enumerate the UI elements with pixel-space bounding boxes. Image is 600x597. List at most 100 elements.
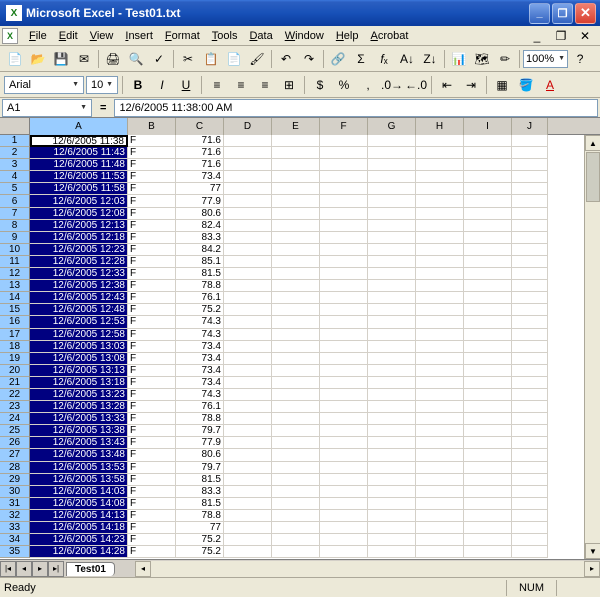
cell[interactable] — [224, 135, 272, 147]
cell[interactable] — [272, 401, 320, 413]
cell[interactable] — [512, 462, 548, 474]
cell[interactable] — [512, 220, 548, 232]
cell[interactable] — [464, 171, 512, 183]
cell[interactable]: 12/6/2005 12:08 — [30, 208, 128, 220]
cell[interactable] — [464, 401, 512, 413]
cell[interactable]: 81.5 — [176, 268, 224, 280]
cell[interactable]: 12/6/2005 13:38 — [30, 425, 128, 437]
cell[interactable] — [416, 292, 464, 304]
decrease-decimal-button[interactable]: ←.0 — [405, 74, 427, 96]
undo-button[interactable]: ↶ — [275, 48, 297, 70]
cell[interactable] — [464, 449, 512, 461]
cell[interactable] — [320, 498, 368, 510]
cell[interactable] — [368, 232, 416, 244]
cell[interactable] — [320, 462, 368, 474]
cell[interactable]: 82.4 — [176, 220, 224, 232]
cell[interactable] — [272, 353, 320, 365]
cell[interactable] — [320, 135, 368, 147]
name-box[interactable]: A1▼ — [2, 99, 92, 117]
cell[interactable] — [320, 147, 368, 159]
cell[interactable] — [512, 437, 548, 449]
zoom-combo[interactable]: 100%▼ — [523, 50, 568, 68]
cell[interactable] — [368, 329, 416, 341]
cell[interactable] — [512, 135, 548, 147]
cell[interactable] — [416, 232, 464, 244]
cell[interactable]: F — [128, 171, 176, 183]
cell[interactable] — [224, 510, 272, 522]
row-header[interactable]: 10 — [0, 244, 30, 256]
cell[interactable]: 73.4 — [176, 377, 224, 389]
cell[interactable] — [224, 413, 272, 425]
font-combo[interactable]: Arial▼ — [4, 76, 84, 94]
cell[interactable] — [320, 389, 368, 401]
col-header-I[interactable]: I — [464, 118, 512, 135]
cell[interactable] — [416, 486, 464, 498]
cell[interactable] — [272, 244, 320, 256]
cell[interactable] — [320, 365, 368, 377]
cell[interactable] — [368, 292, 416, 304]
cell[interactable] — [320, 329, 368, 341]
cell[interactable] — [464, 341, 512, 353]
cell[interactable] — [320, 244, 368, 256]
cell[interactable] — [512, 183, 548, 195]
cell[interactable] — [464, 329, 512, 341]
menu-tools[interactable]: Tools — [206, 28, 244, 44]
cell[interactable] — [416, 316, 464, 328]
cell[interactable]: F — [128, 220, 176, 232]
cell[interactable] — [416, 474, 464, 486]
align-left-button[interactable]: ≡ — [206, 74, 228, 96]
cell[interactable] — [512, 449, 548, 461]
cell[interactable] — [416, 208, 464, 220]
scroll-thumb[interactable] — [586, 152, 600, 202]
cell[interactable]: F — [128, 353, 176, 365]
row-header[interactable]: 11 — [0, 256, 30, 268]
cell[interactable] — [368, 365, 416, 377]
cell[interactable] — [272, 534, 320, 546]
cell[interactable] — [320, 256, 368, 268]
cell[interactable] — [416, 377, 464, 389]
cell[interactable] — [224, 486, 272, 498]
cell[interactable] — [224, 462, 272, 474]
cell[interactable] — [272, 522, 320, 534]
cell[interactable] — [512, 316, 548, 328]
cell[interactable]: F — [128, 534, 176, 546]
cell[interactable]: 12/6/2005 13:23 — [30, 389, 128, 401]
increase-decimal-button[interactable]: .0→ — [381, 74, 403, 96]
cell[interactable] — [368, 256, 416, 268]
cell[interactable]: 80.6 — [176, 208, 224, 220]
row-header[interactable]: 35 — [0, 546, 30, 558]
cell[interactable] — [320, 208, 368, 220]
menu-view[interactable]: View — [84, 28, 120, 44]
row-header[interactable]: 28 — [0, 462, 30, 474]
cell[interactable] — [464, 195, 512, 207]
col-header-J[interactable]: J — [512, 118, 548, 135]
cell[interactable]: 77.9 — [176, 437, 224, 449]
row-header[interactable]: 9 — [0, 232, 30, 244]
col-header-B[interactable]: B — [128, 118, 176, 135]
cell[interactable] — [224, 389, 272, 401]
cell[interactable] — [224, 329, 272, 341]
cell[interactable] — [272, 474, 320, 486]
cell[interactable] — [320, 353, 368, 365]
map-button[interactable]: 🗺 — [471, 48, 493, 70]
cell[interactable] — [512, 474, 548, 486]
cell[interactable]: 71.6 — [176, 135, 224, 147]
cell[interactable] — [512, 389, 548, 401]
cell[interactable] — [416, 534, 464, 546]
cell[interactable] — [416, 413, 464, 425]
row-header[interactable]: 25 — [0, 425, 30, 437]
cell[interactable] — [224, 437, 272, 449]
cell[interactable] — [272, 208, 320, 220]
cell[interactable] — [272, 147, 320, 159]
row-header[interactable]: 16 — [0, 316, 30, 328]
cell[interactable] — [224, 474, 272, 486]
cell[interactable] — [272, 183, 320, 195]
cell[interactable] — [512, 329, 548, 341]
cell[interactable] — [416, 220, 464, 232]
cell[interactable] — [272, 389, 320, 401]
cell[interactable] — [320, 232, 368, 244]
cell[interactable] — [368, 353, 416, 365]
cell[interactable] — [224, 304, 272, 316]
cell[interactable] — [416, 546, 464, 558]
cell[interactable] — [224, 522, 272, 534]
